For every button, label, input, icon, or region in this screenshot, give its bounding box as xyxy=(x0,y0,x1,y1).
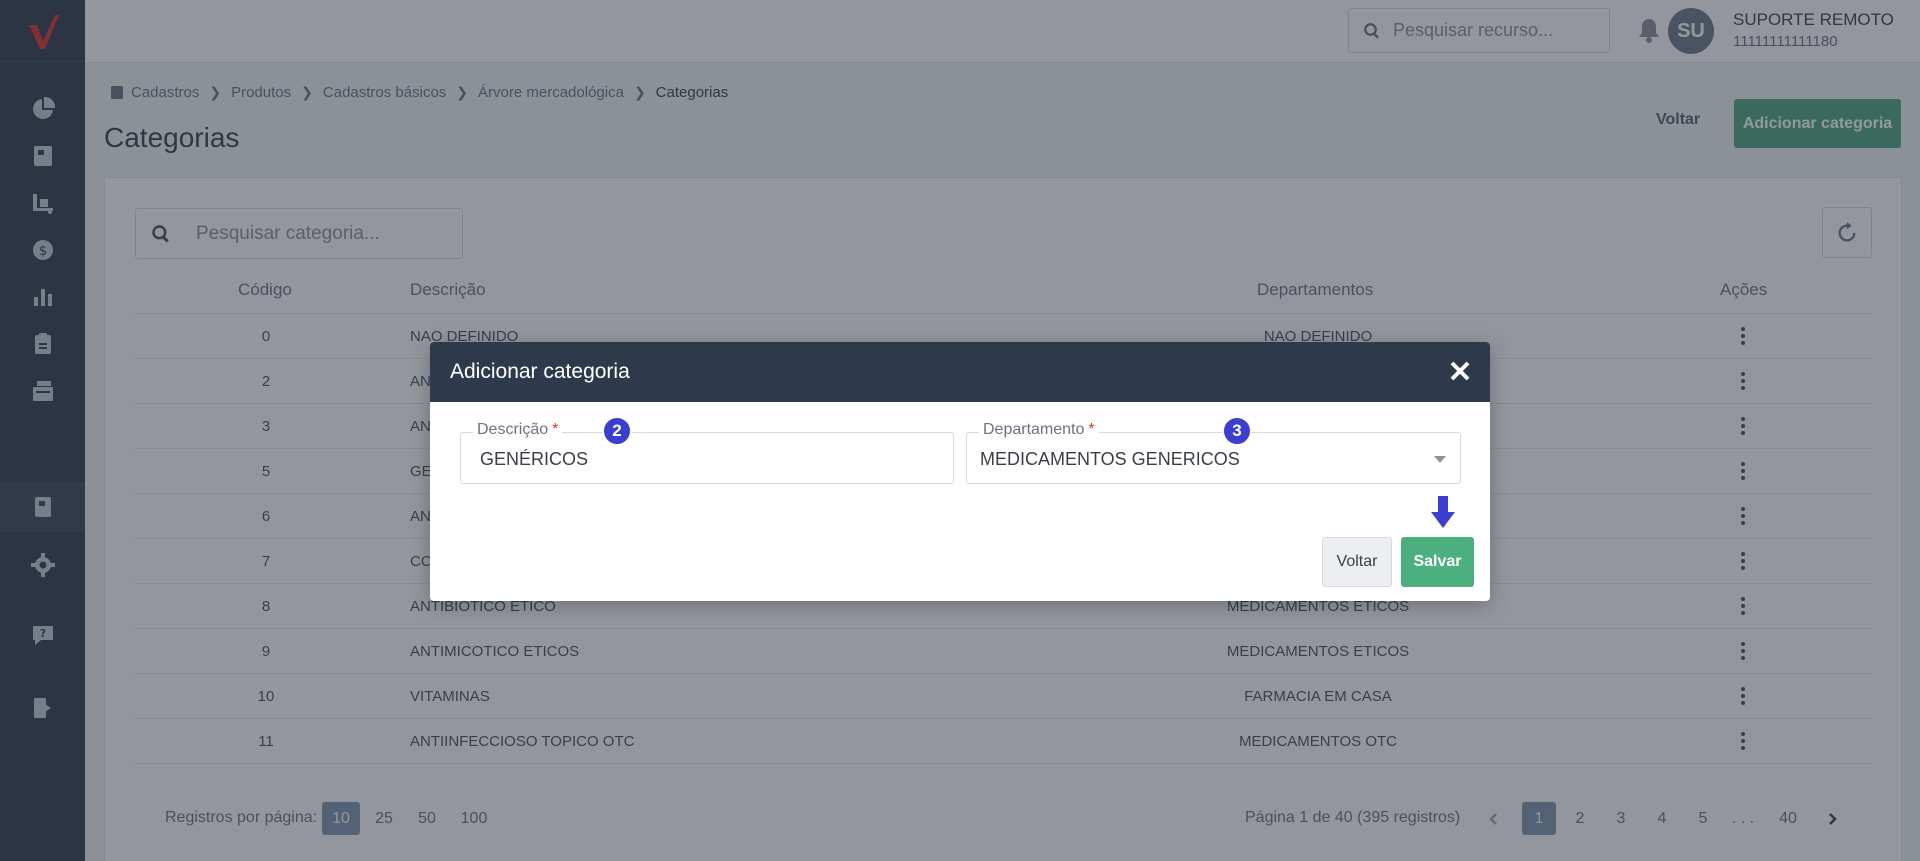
description-field[interactable]: Descrição * GENÉRICOS xyxy=(460,421,954,484)
department-value: MEDICAMENTOS GENERICOS xyxy=(980,449,1240,469)
department-select[interactable]: Departamento * MEDICAMENTOS GENERICOS xyxy=(966,421,1461,484)
modal-title: Adicionar categoria xyxy=(450,360,630,383)
department-label: Departamento * xyxy=(979,421,1099,439)
close-icon[interactable] xyxy=(1448,359,1472,383)
description-value: GENÉRICOS xyxy=(480,449,589,469)
arrow-down-icon xyxy=(1431,496,1455,530)
description-label: Descrição * xyxy=(473,421,563,439)
save-button[interactable]: Salvar xyxy=(1401,537,1474,587)
modal-header: Adicionar categoria xyxy=(430,342,1490,402)
chevron-down-icon[interactable] xyxy=(1434,456,1446,463)
add-category-modal: Adicionar categoria Descrição * GENÉRICOS… xyxy=(430,342,1490,601)
step-badge: 2 xyxy=(602,416,632,446)
step-badge: 3 xyxy=(1222,416,1252,446)
modal-back-button[interactable]: Voltar xyxy=(1322,537,1392,587)
